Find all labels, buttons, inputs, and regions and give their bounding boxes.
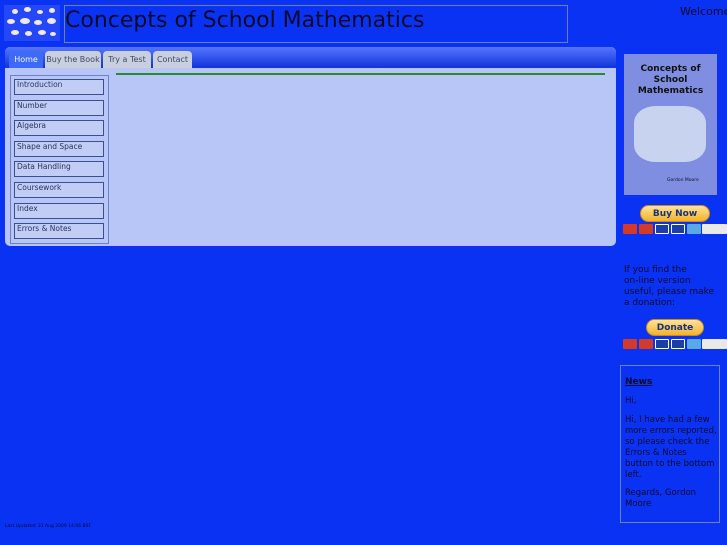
news-box: News Hi, Hi, I have had a few more error… xyxy=(620,365,720,523)
last-updated-text: Last Updated: 31 Aug 2009 14:06 BST xyxy=(5,524,92,529)
news-body: Hi, I have had a few more errors reporte… xyxy=(625,415,717,480)
content-divider xyxy=(116,73,605,75)
tab-contact[interactable]: Contact xyxy=(153,51,192,68)
mastercard-icon xyxy=(623,224,637,234)
welcome-text: Welcome xyxy=(680,5,727,18)
donation-line: If you find the xyxy=(624,265,687,275)
sidebar-item-index[interactable]: Index xyxy=(14,203,104,219)
direct-debit-icon xyxy=(702,224,727,234)
mastercard-icon xyxy=(639,339,653,349)
sidebar-item-shape-and-space[interactable]: Shape and Space xyxy=(14,141,104,157)
book-cover-title-line: School xyxy=(653,75,688,85)
sidebar-item-introduction[interactable]: Introduction xyxy=(14,79,104,95)
sidebar-item-number[interactable]: Number xyxy=(14,100,104,116)
sidebar-item-data-handling[interactable]: Data Handling xyxy=(14,161,104,177)
site-header: Concepts of School Mathematics xyxy=(64,5,568,43)
book-cover-image[interactable]: Concepts of School Mathematics Gordon Mo… xyxy=(624,54,717,195)
tab-bar: Home Buy the Book Try a Test Contact xyxy=(5,47,616,68)
donation-line: useful, please make xyxy=(624,287,715,297)
direct-debit-icon xyxy=(702,339,727,349)
donation-line: on-line version xyxy=(624,276,691,286)
payment-cards-buy xyxy=(623,224,727,234)
donation-message: If you find the on-line version useful, … xyxy=(624,265,719,309)
sidebar-item-errors-notes[interactable]: Errors & Notes xyxy=(14,223,104,239)
mastercard-icon xyxy=(623,339,637,349)
sidebar-item-algebra[interactable]: Algebra xyxy=(14,120,104,136)
buy-now-button[interactable]: Buy Now xyxy=(640,205,710,222)
payment-cards-donate xyxy=(623,339,727,349)
maestro-icon xyxy=(687,339,701,349)
visa-icon xyxy=(655,224,669,234)
site-title: Concepts of School Mathematics xyxy=(65,8,425,33)
visa-icon xyxy=(671,224,685,234)
mastercard-icon xyxy=(639,224,653,234)
sidebar-item-coursework[interactable]: Coursework xyxy=(14,182,104,198)
book-cover-author: Gordon Moore xyxy=(667,178,699,183)
news-signoff: Regards, Gordon Moore xyxy=(625,488,697,509)
book-cover-title: Concepts of School Mathematics xyxy=(624,64,717,97)
book-cover-title-line: Concepts of xyxy=(640,64,701,74)
book-cover-illustration xyxy=(634,106,706,162)
donation-line: a donation: xyxy=(624,298,676,308)
tab-home[interactable]: Home xyxy=(9,51,43,68)
maestro-icon xyxy=(687,224,701,234)
main-panel: Home Buy the Book Try a Test Contact Int… xyxy=(5,47,616,246)
donate-button[interactable]: Donate xyxy=(646,319,704,336)
tab-buy-the-book[interactable]: Buy the Book xyxy=(45,51,101,68)
site-logo xyxy=(4,5,60,41)
news-title[interactable]: News xyxy=(625,377,652,387)
visa-icon xyxy=(671,339,685,349)
news-greeting: Hi, xyxy=(625,396,637,406)
visa-icon xyxy=(655,339,669,349)
tab-try-a-test[interactable]: Try a Test xyxy=(103,51,151,68)
book-cover-title-line: Mathematics xyxy=(637,86,704,96)
sidebar-nav: Introduction Number Algebra Shape and Sp… xyxy=(10,75,109,244)
